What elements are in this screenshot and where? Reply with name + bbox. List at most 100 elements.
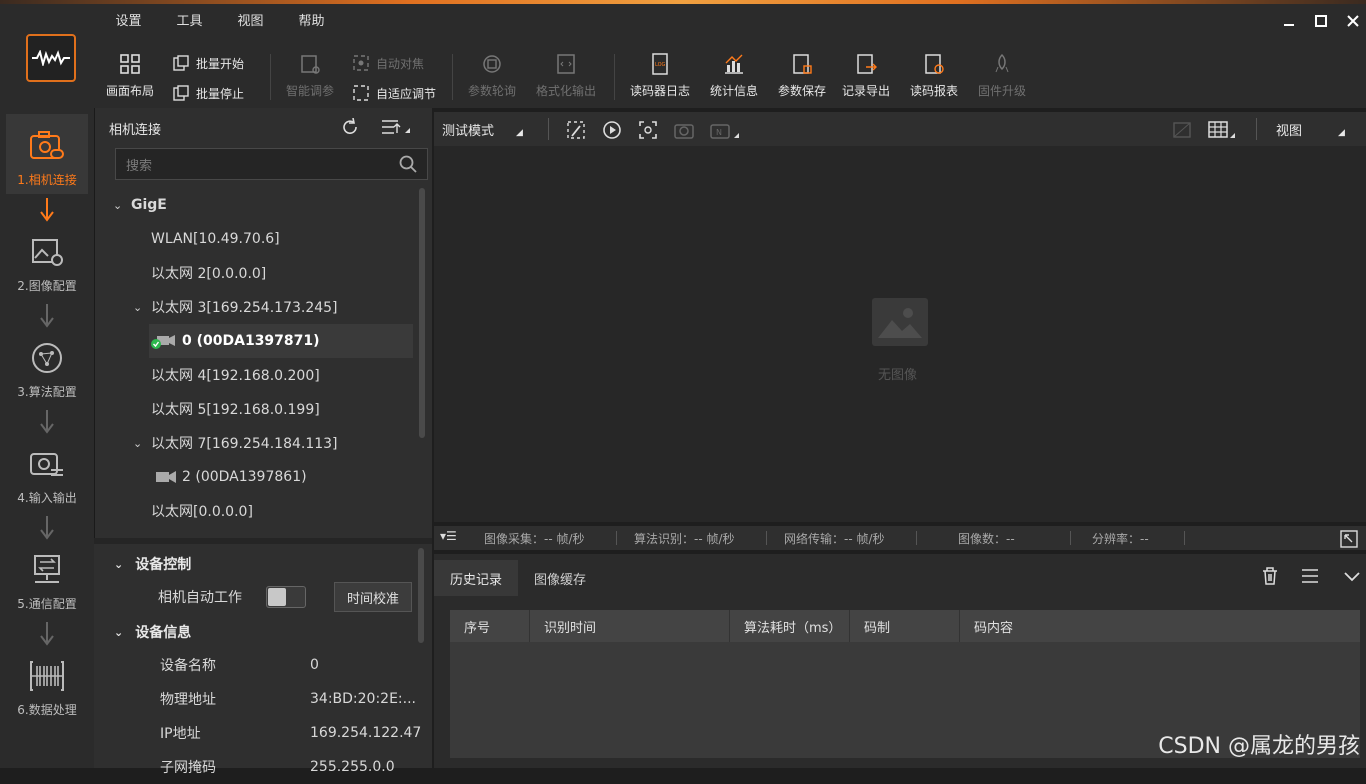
list-menu-icon[interactable] [1300,566,1320,586]
read-report-button[interactable]: 读码报表 [910,52,958,99]
n-snapshot-icon[interactable]: N [710,120,742,140]
view-dropdown[interactable]: 视图◢ [1276,120,1345,139]
search-input[interactable]: 搜索 [115,148,428,180]
chevron-down-icon[interactable]: ⌄ [133,437,145,450]
stats-button[interactable]: 统计信息 [710,52,758,99]
menu-settings[interactable]: 设置 [98,10,159,32]
grid-view-icon[interactable] [1208,120,1240,140]
tree-item-ethernet4[interactable]: 以太网 4[192.168.0.200] [95,358,421,392]
minimize-icon[interactable] [1282,14,1296,28]
info-key: 设备名称 [160,655,216,675]
step-io[interactable]: 4.输入输出 [6,432,88,512]
settings-scrollbar[interactable] [418,548,424,643]
image-count: 图像数：-- [958,530,1015,547]
step-label: 6.数据处理 [17,701,76,718]
tree-item-ethernet5[interactable]: 以太网 5[192.168.0.199] [95,392,421,426]
tree-camera-2[interactable]: 2 (00DA1397861) [95,460,421,494]
step-label: 3.算法配置 [17,383,76,400]
status-bar: ▾☰ 图像采集：-- 帧/秒 算法识别：-- 帧/秒 网络传输：-- 帧/秒 图… [434,526,1366,550]
tree-item-ethernet7[interactable]: ⌄ 以太网 7[169.254.184.113] [95,426,421,460]
camera-connected-icon [151,333,177,349]
roi-icon[interactable] [1172,120,1192,140]
tree-item-ethernet3[interactable]: ⌄ 以太网 3[169.254.173.245] [95,290,421,324]
mode-dropdown[interactable]: 测试模式◢ [442,120,523,139]
maximize-icon[interactable] [1314,14,1328,28]
layout-button[interactable]: 画面布局 [106,52,154,99]
batch-start-button[interactable]: 批量开始 [172,54,244,72]
view-toolbar: 测试模式◢ N 视图◢ [434,112,1366,146]
step-image-config[interactable]: 2.图像配置 [6,220,88,300]
info-row: IP地址 169.254.122.47 [160,716,420,750]
chevron-down-icon[interactable]: ⌄ [113,199,125,212]
image-settings-icon [29,235,65,269]
fullscreen-icon[interactable] [1340,530,1358,548]
adaptive-adjust-button[interactable]: 自适应调节 [352,84,436,102]
toolbar: 画面布局 批量开始 批量停止 智能调参 自动对焦 自适应调节 参数轮询 [98,46,1038,106]
close-icon[interactable] [1346,14,1360,28]
face-scan-icon[interactable] [638,120,658,140]
panel-header: 相机连接 [95,108,433,148]
play-icon[interactable] [602,120,622,140]
menu-view[interactable]: 视图 [220,10,281,32]
format-output-button[interactable]: 格式化输出 [536,52,596,99]
tab-history[interactable]: 历史记录 [434,560,518,596]
tree-item-wlan[interactable]: WLAN[10.49.70.6] [95,222,421,256]
menu-tools[interactable]: 工具 [159,10,220,32]
info-key: 子网掩码 [160,757,216,777]
snapshot-icon[interactable] [674,120,694,140]
step-data-process[interactable]: 6.数据处理 [6,644,88,724]
status-menu-icon[interactable]: ▾☰ [440,529,457,543]
window-controls [1282,14,1360,28]
network-icon [29,553,65,587]
column-header[interactable]: 码内容 [960,610,1360,642]
tree-camera-0[interactable]: 0 (00DA1397871) [149,324,413,358]
firmware-upgrade-button[interactable]: 固件升级 [978,52,1026,99]
search-placeholder: 搜索 [126,155,152,174]
step-communication[interactable]: 5.通信配置 [6,538,88,618]
section-device-info[interactable]: ⌄ 设备信息 [108,617,428,647]
magic-select-icon[interactable] [566,120,586,140]
app-logo [26,34,76,82]
auto-focus-button[interactable]: 自动对焦 [352,54,424,72]
param-poll-button[interactable]: 参数轮询 [468,52,516,99]
chevron-down-icon[interactable]: ⌄ [114,558,123,571]
section-device-control[interactable]: ⌄ 设备控制 [108,549,428,579]
chevron-down-icon[interactable]: ⌄ [114,626,123,639]
reader-log-button[interactable]: LOG 读码器日志 [630,52,690,99]
tree-item-label: 以太网 5[192.168.0.199] [151,399,320,419]
tree-scrollbar[interactable] [419,188,425,438]
tree-group-gige[interactable]: ⌄ GigE [95,188,421,222]
record-export-button[interactable]: 记录导出 [842,52,890,99]
trash-icon[interactable] [1260,566,1280,586]
menu-help[interactable]: 帮助 [281,10,342,32]
search-icon[interactable] [399,155,417,173]
tree-item-label: 0 (00DA1397871) [182,333,320,349]
chevron-down-icon[interactable]: ⌄ [133,301,145,314]
svg-text:N: N [716,128,722,137]
info-value: 34:BD:20:2E:... [310,691,416,707]
device-settings-panel: ⌄ 设备控制 相机自动工作 ⌄ 设备信息 设备名称 0 物理地址 34:BD:2… [94,544,432,768]
column-header[interactable]: 算法耗时（ms） [730,610,850,642]
step-camera-connect[interactable]: 1.相机连接 [6,114,88,194]
toolbar-separator [614,54,615,100]
column-header[interactable]: 识别时间 [530,610,730,642]
column-header[interactable]: 码制 [850,610,960,642]
dropdown-triangle-icon: ◢ [1338,128,1345,138]
tree-item-ethernet2[interactable]: 以太网 2[0.0.0.0] [95,256,421,290]
smart-tune-button[interactable]: 智能调参 [286,52,334,99]
column-header[interactable]: 序号 [450,610,530,642]
param-save-button[interactable]: 参数保存 [778,52,826,99]
step-algorithm-config[interactable]: 3.算法配置 [6,326,88,406]
chevron-down-icon[interactable] [1342,566,1362,586]
time-sync-button[interactable]: 时间校准 [334,582,412,612]
image-viewport[interactable]: 无图像 [434,146,1366,522]
sort-menu-icon[interactable] [381,118,411,136]
smart-tune-icon [298,52,322,76]
batch-stop-button[interactable]: 批量停止 [172,84,244,102]
tree-item-ethernet[interactable]: 以太网[0.0.0.0] [95,494,421,528]
auto-work-toggle[interactable] [266,586,306,608]
param-poll-icon [480,52,504,76]
tab-image-cache[interactable]: 图像缓存 [518,560,602,596]
refresh-icon[interactable] [341,118,359,136]
info-key: IP地址 [160,723,201,743]
